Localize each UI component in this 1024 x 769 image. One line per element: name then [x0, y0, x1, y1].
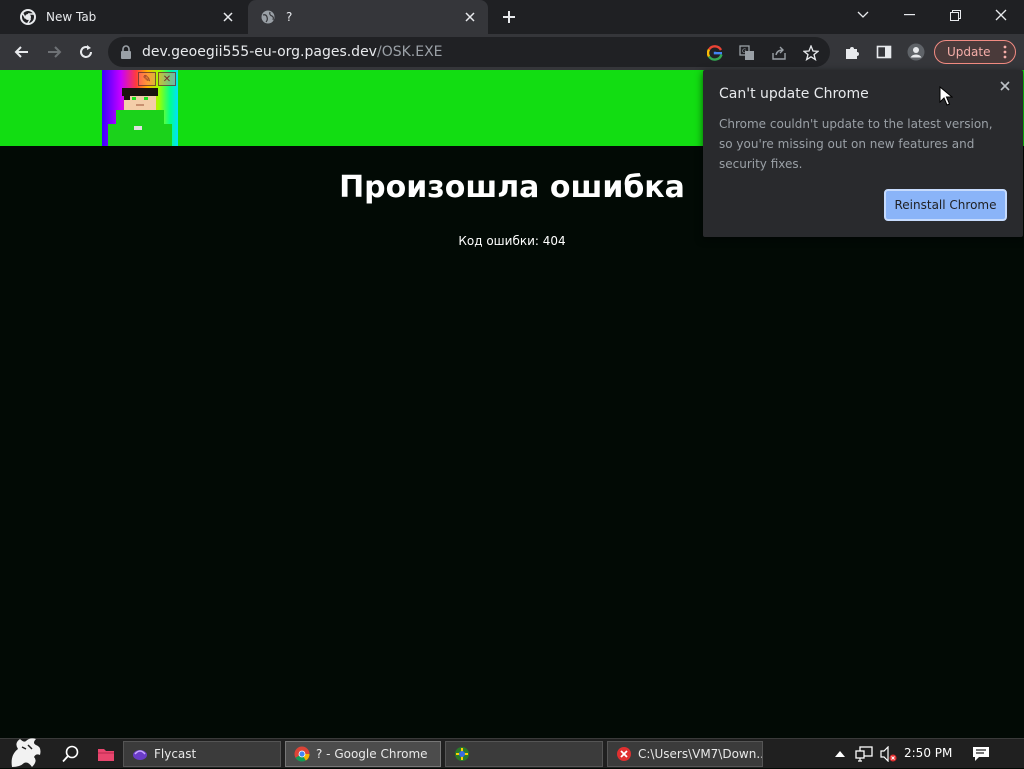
tray-overflow-up-arrow-icon[interactable]	[832, 743, 848, 765]
extensions-puzzle-icon[interactable]	[842, 42, 862, 62]
forward-button[interactable]	[40, 38, 68, 66]
star-icon[interactable]	[802, 44, 820, 62]
dialog-close-icon[interactable]	[995, 76, 1015, 96]
volume-muted-icon[interactable]	[878, 743, 898, 765]
taskbar: Flycast ? - Google Chrome C:\Users\VM7\D…	[0, 738, 1024, 768]
restore-button[interactable]	[932, 0, 978, 30]
globe-icon	[260, 9, 276, 25]
url-text: dev.geoegii555-eu-org.pages.dev/OSK.EXE	[142, 44, 443, 60]
task-label: Flycast	[154, 747, 197, 761]
taskbar-item-app[interactable]	[445, 741, 603, 767]
task-label: ? - Google Chrome	[316, 747, 428, 761]
folder-icon[interactable]	[95, 743, 117, 765]
taskbar-item-flycast[interactable]: Flycast	[123, 741, 281, 767]
tab-close-icon[interactable]	[460, 7, 480, 27]
mouse-cursor-icon	[939, 86, 953, 106]
tab-close-icon[interactable]	[218, 7, 238, 27]
avatar: ✎ ✕	[102, 70, 178, 146]
dialog-body: Chrome couldn't update to the latest ver…	[719, 117, 993, 171]
browser-toolbar: dev.geoegii555-eu-org.pages.dev/OSK.EXE …	[0, 34, 1024, 70]
lock-icon[interactable]	[120, 45, 132, 59]
close-x-icon[interactable]: ✕	[158, 72, 176, 86]
flycast-icon	[132, 746, 148, 762]
taskbar-clock[interactable]: 2:50 PM	[904, 746, 952, 760]
search-icon[interactable]	[60, 743, 82, 765]
task-label: C:\Users\VM7\Down...	[638, 747, 762, 761]
reload-button[interactable]	[72, 38, 100, 66]
network-icon[interactable]	[854, 743, 874, 765]
google-icon[interactable]	[706, 44, 724, 62]
profile-avatar-icon[interactable]	[906, 42, 926, 62]
update-error-dialog: Can't update Chrome Chrome couldn't upda…	[703, 70, 1023, 237]
reinstall-chrome-button[interactable]: Reinstall Chrome	[884, 189, 1007, 221]
colorful-app-icon	[454, 746, 470, 762]
notification-center-icon[interactable]	[970, 743, 992, 765]
share-icon[interactable]	[770, 44, 788, 62]
tab-search-chevron-icon[interactable]	[840, 0, 886, 30]
back-button[interactable]	[8, 38, 36, 66]
minimize-button[interactable]	[886, 0, 932, 30]
taskbar-item-explorer-error[interactable]: C:\Users\VM7\Down...	[607, 741, 763, 767]
new-tab-button[interactable]	[498, 6, 520, 28]
pencil-edit-icon[interactable]: ✎	[138, 72, 156, 86]
tab-title: New Tab	[46, 10, 97, 24]
start-dragon-icon[interactable]	[4, 733, 48, 769]
side-panel-icon[interactable]	[874, 42, 894, 62]
tab-active[interactable]: ?	[248, 0, 488, 34]
taskbar-item-chrome[interactable]: ? - Google Chrome	[285, 741, 441, 767]
translate-icon[interactable]: G	[738, 44, 756, 62]
more-menu-icon[interactable]	[1003, 45, 1007, 62]
tab-strip: New Tab ?	[0, 0, 1024, 34]
svg-text:G: G	[742, 48, 747, 55]
update-button[interactable]: Update	[934, 40, 1016, 64]
url-host: dev.geoegii555-eu-org.pages.dev	[142, 44, 377, 60]
tab-title: ?	[286, 10, 293, 24]
chrome-icon	[20, 9, 36, 25]
error-x-icon	[616, 746, 632, 762]
close-window-button[interactable]	[978, 0, 1024, 30]
update-label: Update	[947, 45, 991, 59]
chrome-icon	[294, 746, 310, 762]
tab-new-tab[interactable]: New Tab	[8, 0, 246, 34]
address-bar[interactable]: dev.geoegii555-eu-org.pages.dev/OSK.EXE …	[108, 37, 830, 67]
dialog-title: Can't update Chrome	[719, 86, 869, 102]
url-path: /OSK.EXE	[376, 44, 443, 60]
